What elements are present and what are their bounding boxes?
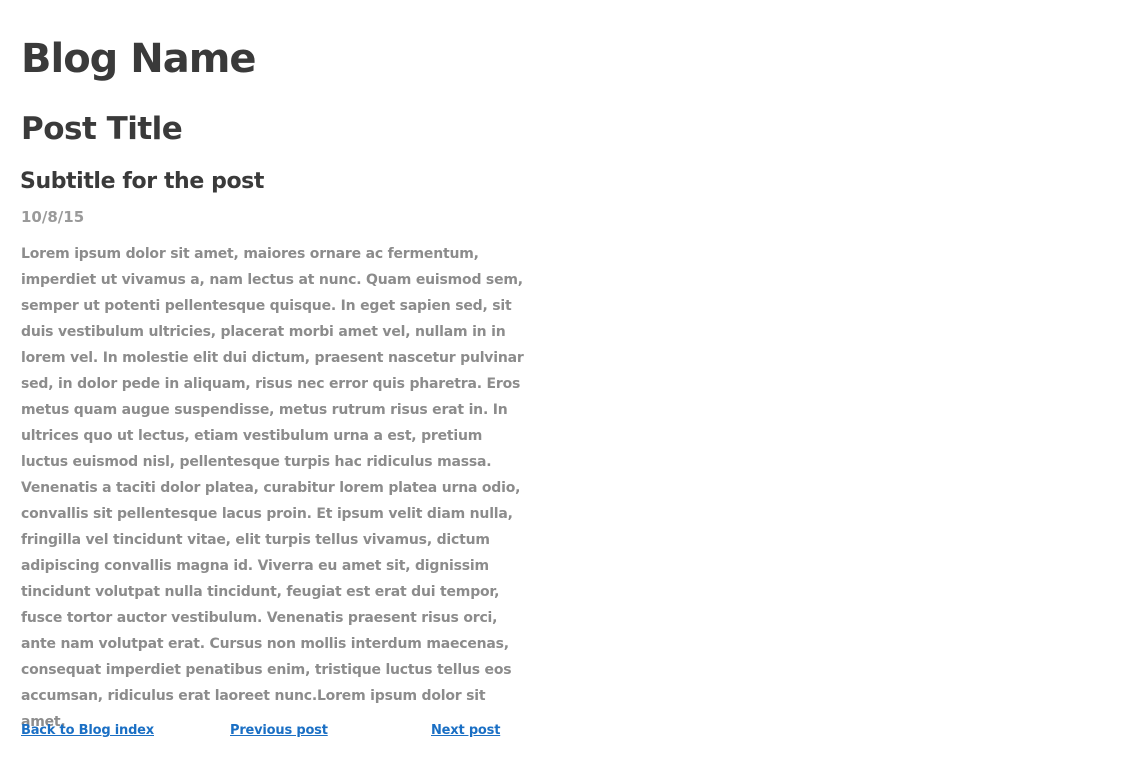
blog-name: Blog Name [21,36,257,82]
post-date: 10/8/15 [21,208,85,226]
post-title: Post Title [21,111,183,147]
back-to-blog-index-link[interactable]: Back to Blog index [21,720,154,742]
previous-post-link[interactable]: Previous post [230,720,328,742]
next-post-link[interactable]: Next post [431,720,500,742]
post-subtitle: Subtitle for the post [20,169,264,194]
post-body: Lorem ipsum dolor sit amet, maiores orna… [21,246,524,730]
